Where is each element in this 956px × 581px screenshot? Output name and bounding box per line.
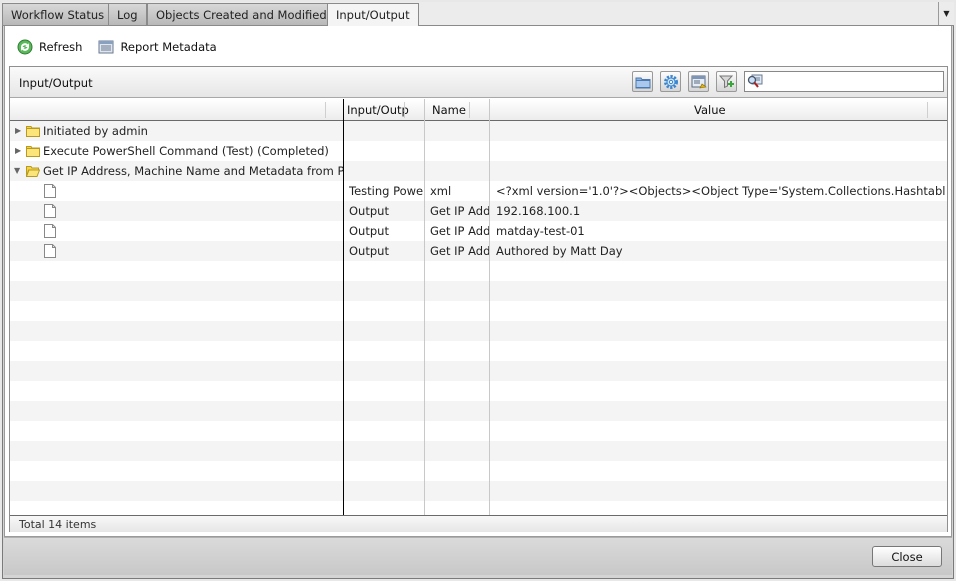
document-icon [44, 244, 56, 258]
panel-header: Input/Output [10, 67, 947, 98]
table-row[interactable]: ▼ Get IP Address, Machine Name and Metad… [10, 161, 947, 181]
refresh-button[interactable]: Refresh [17, 39, 82, 55]
column-divider [489, 99, 490, 515]
empty-row [10, 481, 947, 501]
grid-rows: ▶ Initiated by admin ▶ Execute PowerShel… [10, 121, 947, 515]
empty-row [10, 441, 947, 461]
edit-view-icon [691, 75, 707, 88]
document-icon [44, 184, 56, 198]
value-cell: matday-test-01 [496, 224, 585, 238]
input-output-panel: Input/Output Input/Outp Name Value ▶ Ini… [9, 66, 948, 532]
report-metadata-button[interactable]: Report Metadata [98, 39, 217, 55]
empty-row [10, 381, 947, 401]
folder-icon [26, 146, 40, 157]
add-filter-icon [718, 75, 734, 88]
empty-row [10, 301, 947, 321]
settings-button[interactable] [660, 71, 681, 92]
document-icon [44, 204, 56, 218]
name-cell: Get IP Add [430, 224, 490, 238]
collapse-arrow-icon[interactable]: ▼ [14, 167, 22, 175]
empty-row [10, 261, 947, 281]
empty-row [10, 281, 947, 301]
column-resize-handle[interactable] [927, 102, 928, 118]
tree-node-label: Get IP Address, Machine Name and Metadat… [43, 164, 343, 178]
empty-row [10, 421, 947, 441]
folder-icon [26, 126, 40, 137]
empty-row [10, 461, 947, 481]
open-folder-button[interactable] [632, 71, 653, 92]
grid-footer: Total 14 items [10, 515, 947, 532]
column-resize-handle[interactable] [325, 102, 326, 118]
tree-node-label: Execute PowerShell Command (Test) (Compl… [43, 144, 329, 158]
empty-row [10, 401, 947, 421]
open-folder-icon [26, 166, 40, 177]
search-input[interactable] [765, 73, 941, 90]
table-row[interactable]: ▶ Initiated by admin [10, 121, 947, 141]
refresh-icon [17, 39, 33, 55]
table-row[interactable]: Testing Powe xml <?xml version='1.0'?><O… [10, 181, 947, 201]
tab-objects-created-and-modified[interactable]: Objects Created and Modified [147, 3, 336, 25]
empty-row [10, 501, 947, 515]
grid-header: Input/Outp Name Value [10, 99, 947, 121]
frozen-column-divider [343, 99, 344, 515]
io-cell: Output [349, 204, 389, 218]
report-metadata-label: Report Metadata [120, 40, 217, 54]
search-field[interactable] [744, 71, 944, 92]
tab-bar: Workflow Status Log Objects Created and … [2, 2, 954, 26]
refresh-label: Refresh [39, 40, 83, 54]
column-resize-handle[interactable] [469, 102, 470, 118]
document-icon [44, 224, 56, 238]
toolbar: Refresh Report Metadata [17, 38, 233, 56]
empty-row [10, 361, 947, 381]
report-icon [98, 39, 114, 55]
gear-icon [663, 74, 678, 89]
empty-row [10, 341, 947, 361]
io-cell: Output [349, 244, 389, 258]
io-cell: Output [349, 224, 389, 238]
tab-input-output[interactable]: Input/Output [327, 3, 419, 26]
value-cell: <?xml version='1.0'?><Objects><Object Ty… [496, 184, 946, 198]
column-header-value[interactable]: Value [694, 99, 726, 121]
name-cell: xml [430, 184, 452, 198]
tab-log[interactable]: Log [108, 3, 147, 25]
name-cell: Get IP Add [430, 244, 490, 258]
chevron-down-icon: ▼ [943, 9, 950, 18]
io-cell: Testing Powe [349, 184, 423, 198]
tab-workflow-status[interactable]: Workflow Status [2, 3, 114, 25]
close-button[interactable]: Close [872, 546, 942, 567]
name-cell: Get IP Add [430, 204, 490, 218]
column-header-input-output[interactable]: Input/Outp [347, 99, 423, 121]
edit-view-button[interactable] [688, 71, 709, 92]
tab-content: Refresh Report Metadata Input/Output Inp… [4, 26, 952, 537]
add-filter-button[interactable] [716, 71, 737, 92]
value-cell: Authored by Matt Day [496, 244, 623, 258]
io-grid: Input/Outp Name Value ▶ Initiated by adm… [10, 99, 947, 515]
total-items-count: Total 14 items [19, 518, 97, 531]
table-row[interactable]: Output Get IP Add 192.168.100.1 [10, 201, 947, 221]
folder-icon [635, 77, 650, 88]
value-cell: 192.168.100.1 [496, 204, 581, 218]
column-header-name[interactable]: Name [432, 99, 466, 121]
tree-node-label: Initiated by admin [43, 124, 148, 138]
expand-arrow-icon[interactable]: ▶ [15, 147, 23, 155]
table-row[interactable]: Output Get IP Add matday-test-01 [10, 221, 947, 241]
column-divider [424, 99, 425, 515]
empty-row [10, 321, 947, 341]
search-icon [747, 74, 763, 88]
tab-list-dropdown[interactable]: ▼ [938, 2, 954, 25]
table-row[interactable]: ▶ Execute PowerShell Command (Test) (Com… [10, 141, 947, 161]
dialog-button-bar: Close [4, 537, 952, 575]
expand-arrow-icon[interactable]: ▶ [15, 127, 23, 135]
panel-title: Input/Output [19, 76, 93, 90]
table-row[interactable]: Output Get IP Add Authored by Matt Day [10, 241, 947, 261]
column-resize-handle[interactable] [404, 102, 405, 118]
